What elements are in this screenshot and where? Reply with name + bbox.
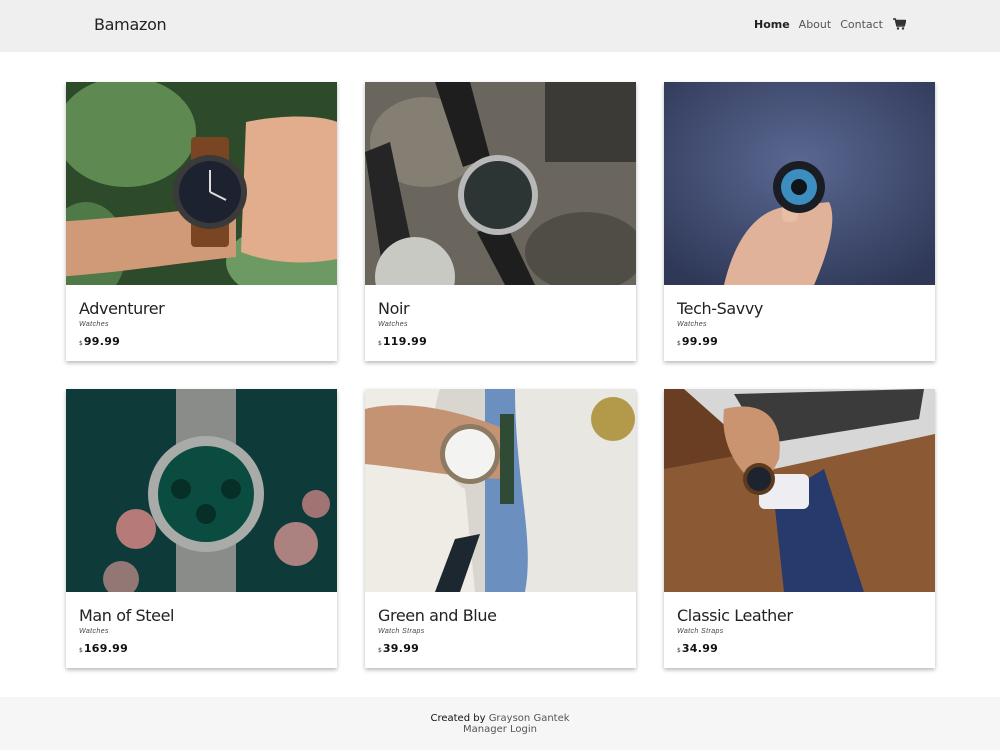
footer: Created by Grayson Gantek Manager Login <box>0 697 1000 750</box>
navbar: Bamazon Home About Contact <box>0 0 1000 52</box>
price-value: 34.99 <box>681 642 719 655</box>
product-card-green-and-blue[interactable]: Green and Blue Watch Straps $ 39.99 <box>365 389 636 668</box>
product-category: Watches <box>79 321 109 328</box>
manager-login-link[interactable]: Manager Login <box>463 724 537 735</box>
shopping-cart-icon[interactable] <box>893 17 906 30</box>
nav-link-home[interactable]: Home <box>754 18 790 31</box>
product-image <box>66 82 337 285</box>
author-link[interactable]: Grayson Gantek <box>489 713 570 724</box>
product-card-noir[interactable]: Noir Watches $ 119.99 <box>365 82 636 361</box>
product-price: $ 169.99 <box>79 642 324 655</box>
price-value: 99.99 <box>83 335 121 348</box>
product-title: Noir <box>378 299 410 318</box>
product-card-adventurer[interactable]: Adventurer Watches $ 99.99 <box>66 82 337 361</box>
product-price: $ 119.99 <box>378 335 623 348</box>
price-value: 39.99 <box>382 642 420 655</box>
product-category: Watch Straps <box>378 628 425 635</box>
nav-links: Home About Contact <box>754 17 906 31</box>
product-image <box>365 389 636 592</box>
product-card-classic-leather[interactable]: Classic Leather Watch Straps $ 34.99 <box>664 389 935 668</box>
product-image <box>664 389 935 592</box>
product-category: Watches <box>79 628 109 635</box>
product-image <box>66 389 337 592</box>
product-title: Adventurer <box>79 299 165 318</box>
currency-symbol: $ <box>378 340 382 347</box>
product-card-tech-savvy[interactable]: Tech-Savvy Watches $ 99.99 <box>664 82 935 361</box>
product-category: Watches <box>378 321 408 328</box>
nav-link-about[interactable]: About <box>799 18 832 31</box>
nav-link-contact[interactable]: Contact <box>840 18 883 31</box>
product-category: Watches <box>677 321 707 328</box>
product-title: Classic Leather <box>677 606 793 625</box>
brand-logo[interactable]: Bamazon <box>94 15 167 34</box>
product-category: Watch Straps <box>677 628 724 635</box>
product-image <box>365 82 636 285</box>
price-value: 119.99 <box>382 335 428 348</box>
product-price: $ 99.99 <box>677 335 922 348</box>
product-title: Green and Blue <box>378 606 497 625</box>
currency-symbol: $ <box>378 647 382 654</box>
product-title: Man of Steel <box>79 606 175 625</box>
price-value: 99.99 <box>681 335 719 348</box>
product-title: Tech-Savvy <box>677 299 763 318</box>
footer-credit: Created by Grayson Gantek <box>0 713 1000 724</box>
product-card-man-of-steel[interactable]: Man of Steel Watches $ 169.99 <box>66 389 337 668</box>
currency-symbol: $ <box>79 340 83 347</box>
currency-symbol: $ <box>677 340 681 347</box>
product-image <box>664 82 935 285</box>
price-value: 169.99 <box>83 642 129 655</box>
currency-symbol: $ <box>79 647 83 654</box>
product-price: $ 34.99 <box>677 642 922 655</box>
currency-symbol: $ <box>677 647 681 654</box>
product-price: $ 99.99 <box>79 335 324 348</box>
created-by-label: Created by <box>430 713 486 724</box>
product-price: $ 39.99 <box>378 642 623 655</box>
